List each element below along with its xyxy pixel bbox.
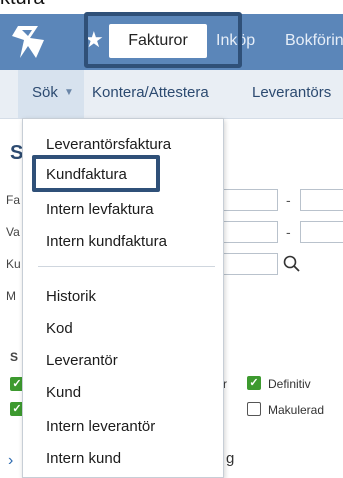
customer-field[interactable] xyxy=(222,253,278,275)
menu-item-historik[interactable]: Historik xyxy=(46,288,96,306)
to-field[interactable] xyxy=(300,221,343,243)
menu-item-intern-levfaktura[interactable]: Intern levfaktura xyxy=(46,201,154,219)
highlight-box-top-nav xyxy=(84,12,242,68)
footer-text-fragment: g xyxy=(226,450,235,467)
checkbox-definitiv[interactable]: ✓ xyxy=(247,376,261,390)
field-label: M xyxy=(6,289,16,303)
menu-item-kod[interactable]: Kod xyxy=(46,320,73,338)
from-field[interactable] xyxy=(222,221,278,243)
from-field[interactable] xyxy=(222,189,278,211)
menu-divider xyxy=(38,266,215,267)
app-logo-icon[interactable] xyxy=(0,14,60,70)
page-caption: ktura xyxy=(0,0,44,10)
to-field[interactable] xyxy=(300,189,343,211)
field-label: Va xyxy=(6,225,20,239)
field-label: Ku xyxy=(6,257,21,271)
range-dash: - xyxy=(286,224,291,240)
range-dash: - xyxy=(286,192,291,208)
option-label-definitiv: Definitiv xyxy=(268,377,311,391)
chevron-right-icon[interactable]: › xyxy=(8,452,13,470)
section-label: S xyxy=(10,350,19,364)
field-label: Fa xyxy=(6,193,21,207)
search-icon[interactable] xyxy=(282,254,302,274)
highlight-box-kundfaktura xyxy=(32,155,160,192)
sub-tab-kontera-attestera[interactable]: Kontera/Attestera xyxy=(92,84,209,102)
option-label-makulerad: Makulerad xyxy=(268,403,325,417)
sub-tab-leverantors[interactable]: Leverantörs xyxy=(252,84,331,102)
menu-item-leverantorsfaktura[interactable]: Leverantörsfaktura xyxy=(46,136,171,154)
menu-item-intern-kund[interactable]: Intern kund xyxy=(46,450,121,468)
checkbox-makulerad[interactable] xyxy=(247,402,261,416)
chevron-down-icon[interactable]: ▼ xyxy=(64,84,74,102)
nav-tab-bokforing[interactable]: Bokförin xyxy=(285,31,343,51)
menu-item-leverantor[interactable]: Leverantör xyxy=(46,352,118,370)
menu-item-intern-leverantor[interactable]: Intern leverantör xyxy=(46,418,155,436)
menu-item-intern-kundfaktura[interactable]: Intern kundfaktura xyxy=(46,233,167,251)
menu-item-kund[interactable]: Kund xyxy=(46,384,81,402)
sub-tab-sok[interactable]: Sök xyxy=(32,84,58,102)
